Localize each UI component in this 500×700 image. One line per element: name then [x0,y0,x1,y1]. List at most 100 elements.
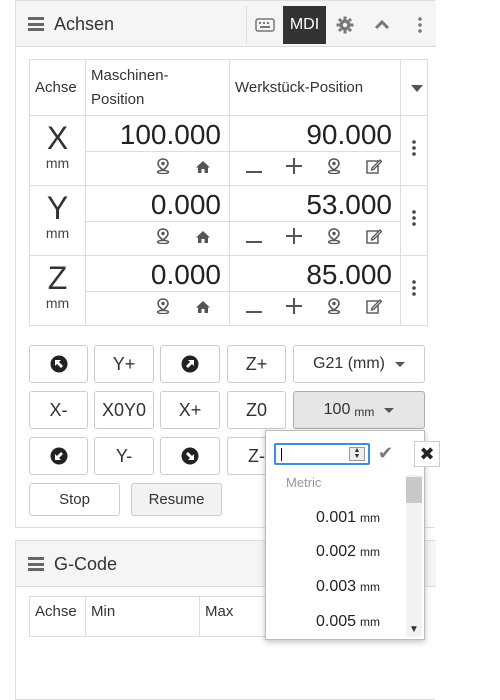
step-option-unit: mm [360,545,381,559]
header-menu[interactable] [400,59,428,116]
jog-z-plus-button[interactable]: Z+ [227,345,286,383]
jog-x-minus-y-plus-button[interactable] [29,345,88,383]
home-icon[interactable] [183,299,223,319]
stop-button[interactable]: Stop [29,483,120,516]
keyboard-icon [255,18,275,32]
zero-xy-button[interactable]: X0Y0 [94,391,154,429]
axis-actions-x [30,151,428,186]
vertical-dots-icon [412,140,416,156]
machine-position-y: 0.000 [85,185,230,222]
keyboard-button[interactable] [246,6,283,44]
home-icon[interactable] [183,229,223,249]
jog-x-minus-y-minus-button[interactable] [29,437,88,475]
scrollbar-thumb[interactable] [406,477,422,503]
location-icon[interactable] [314,228,354,249]
gcode-header-min: Min [85,596,200,637]
work-actions-z [229,291,401,326]
jog-y-plus-button[interactable]: Y+ [94,345,154,383]
axes-panel-header: Achsen MDI [16,1,436,47]
edit-icon[interactable] [354,158,394,179]
minus-icon[interactable] [234,229,274,249]
machine-position-x: 100.000 [85,115,230,152]
minus-icon[interactable] [234,159,274,179]
machine-actions-z [85,291,230,326]
step-dropdown-popup: ▲ ▼ ✔ ✖ Metric 0.001 mm 0.002 mm 0.003 mm 0.… [265,430,440,640]
caret-down-icon [384,407,395,413]
header-machine-position: Maschinen- Position [85,59,230,116]
location-icon[interactable] [314,158,354,179]
more-menu-button[interactable] [401,6,438,44]
chevron-down-icon[interactable]: ▼ [409,624,419,635]
axis-menu-z[interactable] [400,255,428,326]
arrow-up-left-circle-icon [50,355,67,373]
jog-y-minus-button[interactable]: Y- [94,437,154,475]
axis-row-y: Y mm 0.000 53.000 [29,185,428,256]
step-select[interactable]: 100 mm [293,391,425,429]
go-to-location-icon[interactable] [143,158,183,179]
go-to-location-icon[interactable] [143,298,183,319]
work-actions-y [229,221,401,256]
axis-actions-z [30,291,428,326]
arrow-down-left-circle-icon [50,447,67,465]
jog-x-plus-y-minus-button[interactable] [160,437,220,475]
axis-row-x: X mm 100.000 90.000 [29,115,428,186]
axis-menu-y[interactable] [400,185,428,256]
option-group-label: Metric [286,475,322,490]
minus-icon[interactable] [234,299,274,319]
axes-table: Achse Maschinen- Position Werkstück-Posi… [29,59,428,326]
resume-button[interactable]: Resume [131,483,222,516]
header-work-position: Werkstück-Position [229,59,401,116]
jog-x-plus-y-plus-button[interactable] [160,345,220,383]
step-option[interactable]: 0.003 mm [316,578,380,596]
collapse-button[interactable] [363,6,400,44]
work-position-z: 85.000 [229,255,401,292]
checkmark-icon[interactable]: ✔ [378,443,393,464]
text-cursor [281,448,282,461]
units-select[interactable]: G21 (mm) [293,345,425,383]
edit-icon[interactable] [354,228,394,249]
plus-icon[interactable] [274,158,314,179]
axis-row-z: Z mm 0.000 85.000 [29,255,428,326]
step-option-unit: mm [360,615,381,629]
chevron-up-icon [374,20,389,30]
machine-actions-x [85,151,230,186]
step-option-unit: mm [360,511,381,525]
axis-menu-x[interactable] [400,115,428,186]
gear-icon [336,16,353,34]
step-option[interactable]: 0.001 mm [316,509,380,527]
mdi-button[interactable]: MDI [283,6,326,44]
step-option-unit: mm [360,580,381,594]
home-icon[interactable] [183,159,223,179]
step-option-value: 0.001 [316,509,357,526]
location-icon[interactable] [314,298,354,319]
close-icon[interactable]: ✖ [414,441,440,467]
go-to-location-icon[interactable] [143,228,183,249]
jog-x-plus-button[interactable]: X+ [160,391,220,429]
work-actions-x [229,151,401,186]
zero-z-button[interactable]: Z0 [227,391,286,429]
plus-icon[interactable] [274,298,314,319]
vertical-dots-icon [412,280,416,296]
step-option-value: 0.003 [316,578,357,595]
hamburger-icon[interactable] [28,17,44,31]
axis-unit: mm [45,225,70,241]
spin-arrows-icon[interactable]: ▲ ▼ [349,447,365,461]
dropdown-scrollbar[interactable]: ▼ [406,475,422,637]
step-option[interactable]: 0.005 mm [316,613,380,631]
vertical-dots-icon [412,210,416,226]
plus-icon[interactable] [274,228,314,249]
axis-actions-y [30,221,428,256]
work-position-x: 90.000 [229,115,401,152]
jog-x-minus-button[interactable]: X- [29,391,88,429]
custom-step-input[interactable]: ▲ ▼ [274,443,370,465]
gcode-bounds-table: Achse Min Max [29,596,290,637]
step-option[interactable]: 0.002 mm [316,543,380,561]
vertical-dots-icon [417,17,422,33]
hamburger-icon[interactable] [28,557,44,571]
axes-table-header: Achse Maschinen- Position Werkstück-Posi… [29,59,428,116]
axis-label-cell: Z mm [29,255,86,326]
settings-button[interactable] [326,6,363,44]
edit-icon[interactable] [354,298,394,319]
step-select-value: 100 [323,401,351,418]
gcode-header-axis: Achse [29,596,86,637]
